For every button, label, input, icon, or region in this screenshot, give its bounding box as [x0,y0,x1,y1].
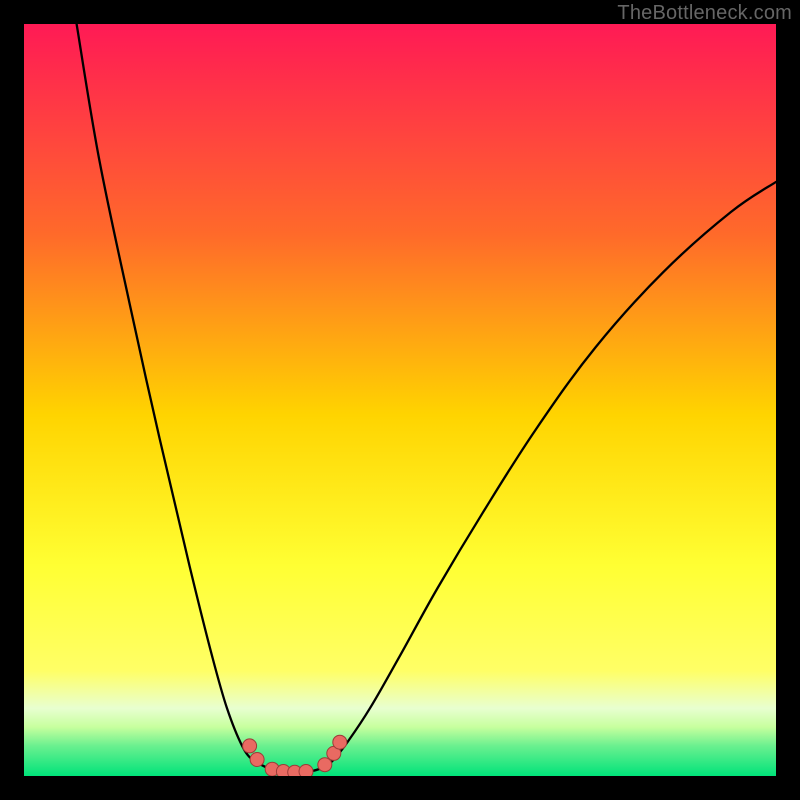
data-marker [250,753,264,767]
attribution-text: TheBottleneck.com [617,2,792,25]
data-marker [299,765,313,777]
data-marker [318,758,332,772]
plot-frame [24,24,776,776]
data-marker [243,739,257,753]
gradient-background [24,24,776,776]
data-marker [333,735,347,749]
bottleneck-curve-chart [24,24,776,776]
